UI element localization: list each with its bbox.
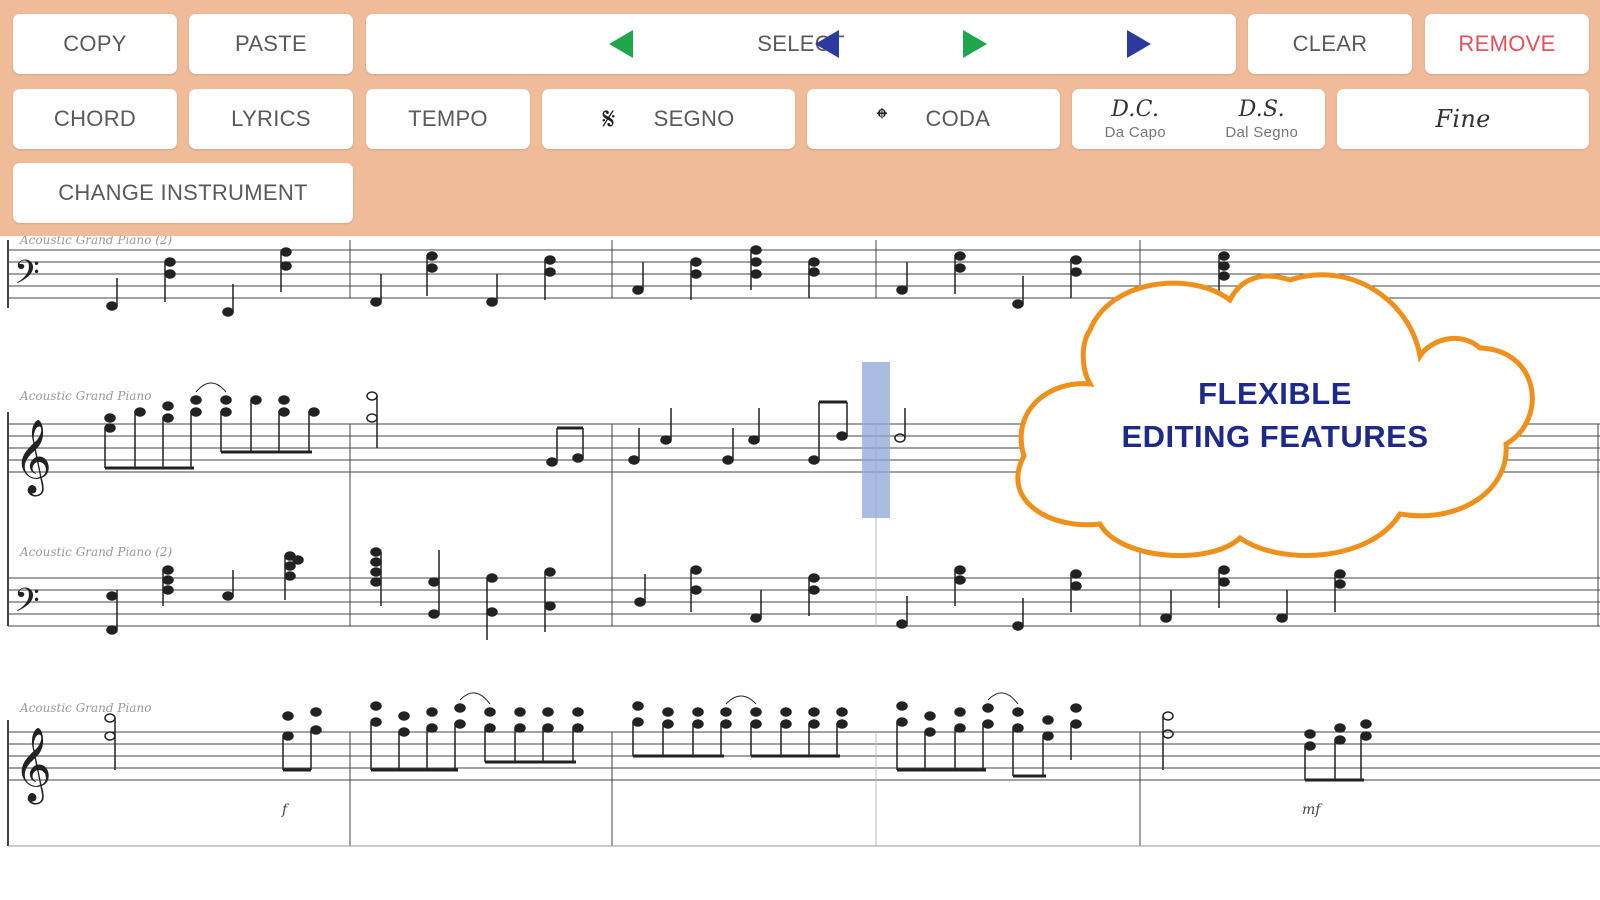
treble-clef-icon: 𝄞 [14,728,52,805]
coda-icon: 𝄌 [876,101,888,137]
instrument-label: Acoustic Grand Piano [19,701,151,715]
dc-ds-button[interactable]: D.C. Da Capo D.S. Dal Segno [1072,89,1325,149]
da-capo-option[interactable]: D.C. Da Capo [1085,97,1185,141]
select-next-icon[interactable] [963,30,987,58]
segno-icon: 𝄋 [602,101,616,137]
paste-button[interactable]: PASTE [189,14,353,74]
ds-label: D.S. [1238,97,1285,122]
select-prev-far-icon[interactable] [815,30,839,58]
chord-button[interactable]: CHORD [13,89,177,149]
ds-sub-label: Dal Segno [1225,124,1299,141]
dc-label: D.C. [1111,97,1160,122]
segno-label: SEGNO [653,106,735,131]
notes-staff-1[interactable] [106,245,1230,317]
change-instrument-button[interactable]: CHANGE INSTRUMENT [13,163,353,223]
bass-clef-icon: 𝄢 [14,254,40,300]
instrument-label: Acoustic Grand Piano [19,389,151,403]
promo-line-1: FLEXIBLE [1198,376,1352,411]
instrument-label: Acoustic Grand Piano (2) [19,236,173,247]
tempo-button[interactable]: TEMPO [366,89,530,149]
score-canvas[interactable]: 𝄢 𝄞 𝄢 𝄞 Acoustic Grand Piano (2) Acousti… [0,236,1600,900]
instrument-label: Acoustic Grand Piano (2) [19,545,173,559]
fine-label: Fine [1435,105,1491,133]
clear-button[interactable]: CLEAR [1248,14,1412,74]
bass-clef-icon: 𝄢 [14,582,40,628]
promo-text: FLEXIBLE EDITING FEATURES [1085,372,1465,458]
select-next-far-icon[interactable] [1127,30,1151,58]
editing-toolbar: COPY PASTE SELECT CLEAR REMOVE CHORD LYR… [0,0,1600,236]
dynamic-mark: mf [1302,802,1323,818]
lyrics-button[interactable]: LYRICS [189,89,353,149]
dal-segno-option[interactable]: D.S. Dal Segno [1212,97,1312,141]
select-prev-icon[interactable] [609,30,633,58]
segno-button[interactable]: 𝄋 SEGNO [542,89,795,149]
notes-staff-2[interactable] [104,382,906,470]
dc-sub-label: Da Capo [1104,124,1166,141]
select-bar: SELECT [366,14,1236,74]
remove-button[interactable]: REMOVE [1425,14,1589,74]
dynamic-mark: f [281,802,290,818]
fine-button[interactable]: Fine [1337,89,1589,149]
selection-highlight[interactable] [862,362,890,518]
notes-staff-4[interactable] [104,692,1372,782]
coda-label: CODA [925,106,991,131]
coda-button[interactable]: 𝄌 CODA [807,89,1060,149]
copy-button[interactable]: COPY [13,14,177,74]
treble-clef-icon: 𝄞 [14,420,52,497]
promo-line-2: EDITING FEATURES [1121,419,1429,454]
